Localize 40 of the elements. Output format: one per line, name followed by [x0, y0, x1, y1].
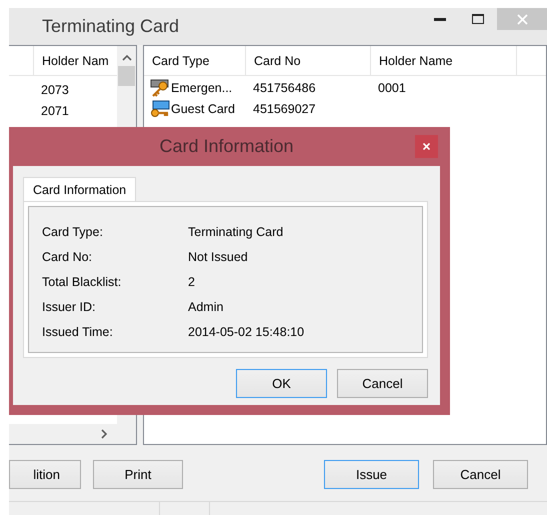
column-header[interactable]: Holder Nam [33, 46, 109, 75]
cancel-button[interactable]: Cancel [433, 460, 528, 489]
field-label: Card Type: [42, 224, 104, 238]
list-cell-text: 2073 [41, 82, 70, 98]
addition-button[interactable]: lition [9, 460, 81, 489]
field-value: 2 [188, 274, 195, 288]
table-cell-text: 0001 [377, 80, 407, 94]
issue-button[interactable]: Issue [324, 460, 419, 489]
scrollbar-thumb[interactable] [118, 66, 135, 86]
field-label: Card No: [42, 250, 94, 264]
tab[interactable]: Card Information [23, 177, 136, 201]
close-icon [423, 143, 430, 150]
key-card-icon [150, 78, 170, 96]
maximize-icon [472, 14, 484, 24]
table-cell: Emergen... [171, 80, 232, 94]
table-cell-text: 451569027 [252, 102, 317, 116]
cancel-button[interactable]: Cancel [337, 369, 428, 398]
scroll-right-icon[interactable] [100, 429, 108, 439]
list-cell-text: 2071 [41, 102, 70, 120]
ok-button[interactable]: OK [236, 369, 327, 398]
field-value: Terminating Card [188, 224, 284, 238]
field-value: Admin [188, 300, 224, 314]
column-header[interactable]: Card Type [144, 46, 245, 75]
field-value: Not Issued [188, 250, 248, 264]
scroll-up-icon[interactable] [122, 54, 132, 60]
dialog-title: Card Information [159, 136, 294, 157]
close-button[interactable] [415, 135, 438, 158]
key-card-icon [150, 100, 170, 118]
column-header[interactable]: Card No [245, 46, 370, 75]
column-header[interactable]: Holder Name [370, 46, 507, 75]
field-label: Total Blacklist: [42, 274, 122, 288]
window-title: Terminating Card [42, 16, 180, 37]
field-value: 2014-05-02 15:48:10 [188, 324, 304, 338]
table-cell-text: 451756486 [252, 80, 317, 94]
minimize-icon [434, 18, 446, 20]
field-label: Issued Time: [42, 324, 114, 338]
field-label: Issuer ID: [42, 300, 96, 314]
print-button[interactable]: Print [93, 460, 183, 489]
close-icon [516, 14, 528, 24]
table-cell: Guest Card [171, 102, 235, 116]
